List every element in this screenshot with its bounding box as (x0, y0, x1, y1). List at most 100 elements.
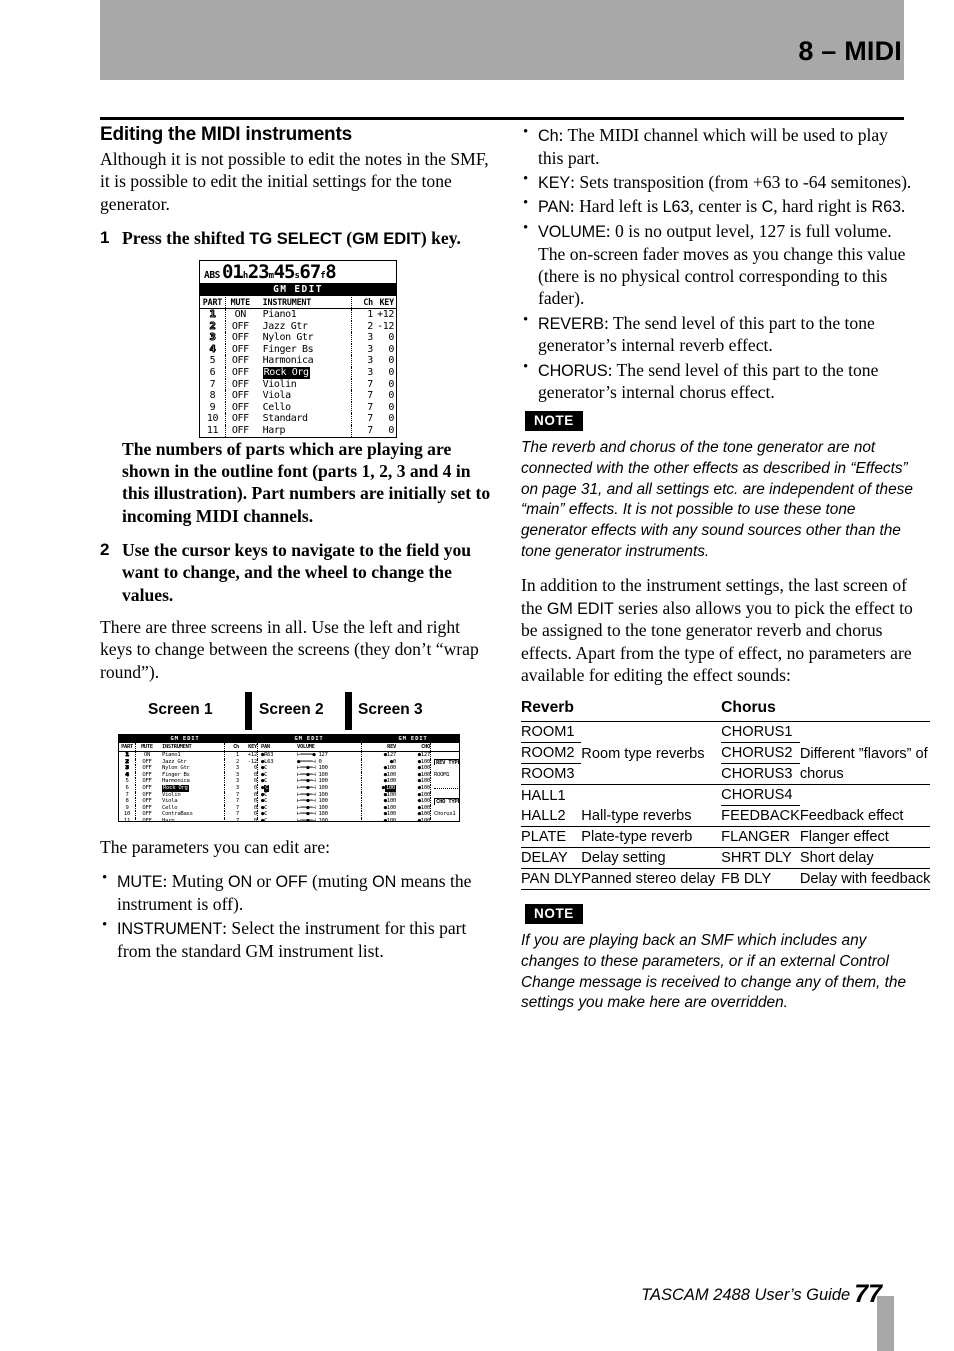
lcd-column-headers: PART MUTE INSTRUMENT Ch KEY (200, 296, 396, 309)
bullet-pan-r63: R63 (871, 198, 901, 217)
table-cell-chorus-name: CHORUS4 (721, 784, 800, 807)
lcd-part-row: 8 OFF Viola 7 0 (200, 390, 396, 402)
effects-paragraph-gm-edit: GM EDIT (546, 599, 614, 618)
lcd3-row-list: 1 ON Piano1 1 +12 ●R63 ⊢━━━━● 127 ●127 ●127 2 OFF J… (119, 751, 459, 821)
lcd-part-number: 2 (209, 320, 216, 332)
bullet-mute-term: MUTE (117, 873, 163, 892)
lcd3-part-channel: 3 (224, 765, 239, 772)
bullet-mute-off: OFF (275, 873, 308, 892)
lcd-part-channel: 3 (350, 366, 373, 379)
lcd-part-channel: 7 (350, 413, 373, 425)
table-cell-reverb-name: HALL2 (521, 805, 582, 828)
figure-explanation: The numbers of parts which are playing a… (122, 438, 491, 526)
table-row: PLATE Plate-type reverb FLANGER Flanger eff… (521, 826, 931, 849)
lcd3-part-mute: OFF (135, 784, 158, 792)
lcd-part-number: 9 (209, 401, 216, 413)
step-2-number: 2 (100, 539, 110, 559)
step-1-part-a: Press the shifted (122, 228, 250, 249)
note-badge-2: NOTE (525, 904, 583, 925)
table-cell-reverb-name: ROOM3 (521, 763, 582, 786)
lcd-part-row: 1 ON Piano1 1 +12 (200, 309, 396, 321)
step-1-number: 1 (100, 228, 110, 248)
table-cell-chorus-desc: chorus (799, 763, 931, 786)
lcd3-part-reverb: ●100 (361, 784, 396, 792)
three-screens-paragraph: There are three screens in all. Use the … (100, 616, 479, 682)
lcd-part-channel: 2 (350, 320, 373, 333)
lcd-part-key: -12 (377, 320, 394, 332)
lcd3-col-rev: REV (361, 742, 396, 751)
lcd3-part-number: 6 (125, 784, 129, 791)
lcd3-part-mute: OFF (135, 771, 158, 779)
footer-guide-text: TASCAM 2488 User’s Guide (641, 1286, 851, 1304)
lcd-part-key: 0 (388, 332, 394, 344)
lcd3-col-cho: CHO (421, 743, 430, 750)
lcd-part-mute: OFF (224, 343, 255, 356)
params-lead-paragraph: The parameters you can edit are: (100, 836, 331, 857)
footer-gray-marker (877, 1296, 894, 1351)
table-cell-reverb-name: HALL1 (521, 787, 566, 804)
lcd-part-instrument: Finger Bs (262, 343, 314, 355)
bullet-instrument-term: INSTRUMENT (117, 920, 223, 939)
bullet-pan-l63: L63 (662, 198, 690, 217)
right-column: Ch: The MIDI channel which will be used … (521, 123, 931, 1026)
lcd3-col-pan: PAN (257, 742, 295, 751)
lcd3-part-number: 2 (125, 758, 129, 765)
lcd-part-key: 0 (388, 413, 394, 425)
lcd-part-key: 0 (388, 343, 394, 355)
lcd-part-key: 0 (388, 366, 394, 378)
lcd-part-channel: 7 (350, 390, 373, 402)
table-cell-chorus-name: CHORUS3 (721, 763, 800, 786)
lcd3-part-chorus: ●100 (417, 758, 430, 765)
lcd3-part-chorus: ●100 (417, 784, 430, 791)
lcd-part-instrument: Standard (262, 413, 308, 425)
lcd-part-instrument: Nylon Gtr (262, 332, 314, 344)
bullet-mute-on-2: ON (372, 873, 397, 892)
lcd3-type-panel-cell (430, 751, 459, 759)
lcd3-part-instrument: ContraBass (162, 811, 193, 818)
lcd3-part-row: 10 OFF ContraBass 7 0 ●C ⊢━━●━⊣ 100 ●100 ●100 Cho… (119, 811, 459, 818)
lcd3-part-number: 10 (123, 811, 131, 818)
lcd3-part-pan: ●C (257, 771, 295, 779)
lcd3-part-volume: ⊢━━●━⊣ 100 (297, 791, 328, 798)
lcd-part-key: 0 (388, 401, 394, 413)
bullet-ch: Ch: The MIDI channel which will be used … (521, 123, 917, 169)
lcd3-part-row: 7 OFF Violin 7 0 ●C ⊢━━●━⊣ 100 ●100 ●100 (119, 791, 459, 799)
lcd-part-key: 0 (388, 424, 394, 436)
bullet-volume: VOLUME: 0 is no output level, 127 is ful… (521, 219, 917, 310)
lcd3-part-volume: ⊢━━●━⊣ 100 (297, 771, 328, 778)
lcd3-type-panel-cell: Chorus1 (430, 811, 459, 818)
bullet-mute-on-1: ON (227, 873, 253, 892)
lcd-part-row: 11 OFF Harp 7 0 (200, 424, 396, 437)
lcd3-part-instrument: Rock Org (162, 784, 189, 792)
bullet-pan-mid: , center is (689, 196, 762, 217)
table-header-chorus: Chorus (721, 698, 931, 723)
lcd-part-channel: 3 (350, 343, 373, 356)
left-bullet-list: MUTE: Muting ON or OFF (muting ON means … (100, 869, 496, 962)
lcd3-part-volume: ⊢━━●━⊣ 100 (297, 811, 328, 818)
table-cell-reverb-name: DELAY (521, 847, 582, 870)
table-cell-chorus-name: CHORUS1 (721, 721, 800, 744)
table-cell-chorus-name: SHRT DLY (721, 847, 800, 870)
lcd-part-key: 0 (388, 355, 394, 367)
right-bullet-list: Ch: The MIDI channel which will be used … (521, 123, 917, 403)
step-2: 2 Use the cursor keys to navigate to the… (100, 539, 496, 606)
table-cell-reverb-desc: Hall-type reverbs (581, 805, 722, 828)
lcd-part-number: 7 (209, 378, 216, 390)
cho-type-label: CHO TYPE (434, 798, 459, 805)
lcd3-part-row: 8 OFF Viola 7 0 ●C ⊢━━●━⊣ 100 ●100 ●100 CHO TYPE (119, 798, 459, 805)
lcd3-part-volume: ⊢━━━━● 127 (297, 751, 328, 758)
lcd3-part-row: 3 OFF Nylon Gtr 3 0 ●C ⊢━━●━⊣ 100 ●100 ●100 (119, 765, 459, 772)
lcd3-column-headers: PART MUTE INSTRUMENT Ch KEY PAN VOLUME R… (119, 742, 459, 752)
lcd-part-channel: 7 (350, 424, 373, 437)
lcd3-part-pan: ●C (257, 811, 295, 818)
bullet-pan-mid2: , hard right is (773, 196, 872, 217)
lcd3-part-key: 0 (253, 798, 257, 805)
gm-edit-three-screens-figure: GM EDIT GM EDIT GM EDIT PART MUTE INSTRU… (118, 733, 460, 822)
page-footer: TASCAM 2488 User’s Guide 77 (641, 1280, 882, 1309)
lcd-title-bar: GM EDIT (200, 283, 396, 296)
note-text-1: The reverb and chorus of the tone genera… (521, 439, 913, 560)
table-cell-chorus-desc: Flanger effect (799, 826, 931, 849)
step-1-text: Press the shifted TG SELECT (GM EDIT) ke… (122, 227, 496, 250)
lcd3-title-bars: GM EDIT GM EDIT GM EDIT (119, 734, 459, 743)
col-header-mute: MUTE (224, 296, 255, 308)
